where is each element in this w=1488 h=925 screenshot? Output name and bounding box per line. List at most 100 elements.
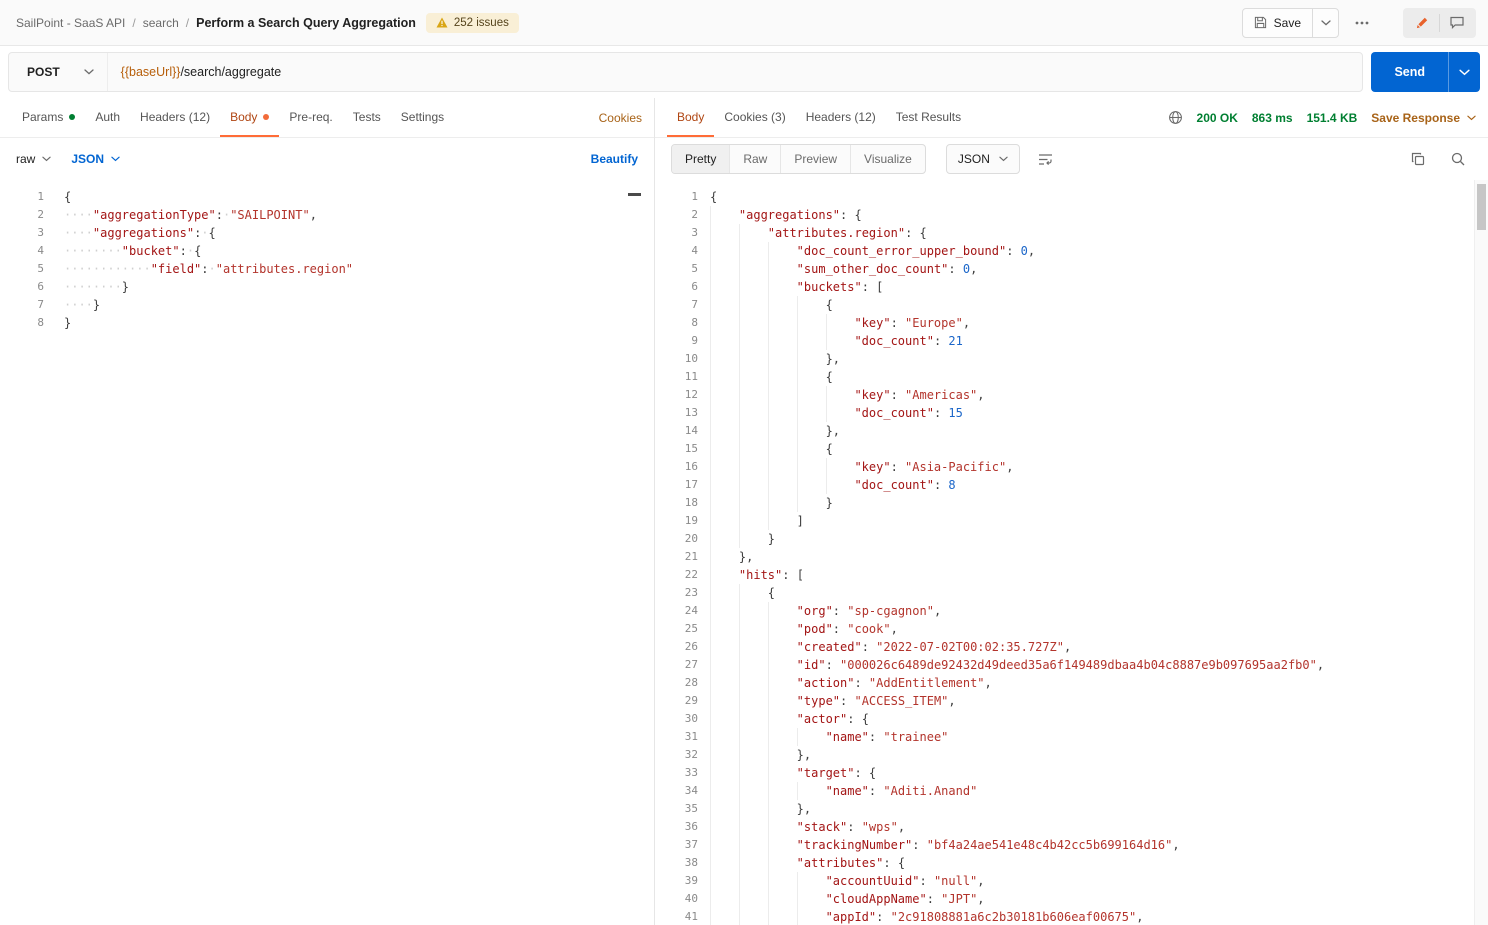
tab-settings[interactable]: Settings [391,98,454,137]
comments-button[interactable] [1440,10,1474,36]
indent-guide [796,458,826,476]
view-visualize[interactable]: Visualize [851,145,925,173]
indent-guide [738,602,768,620]
tab-headers[interactable]: Headers (12) [130,98,220,137]
code-line: 17 "doc_count": 8 [655,476,1488,494]
response-body-viewer[interactable]: 1{2 "aggregations": {3 "attributes.region"… [655,180,1488,925]
code-token: 15 [948,406,963,420]
code-token: "JPT" [941,892,978,906]
request-tabs: Params Auth Headers (12) Body Pre-req. T… [0,98,654,138]
code-line: 37 "trackingNumber": "bf4a24ae541e48c4b42… [655,836,1488,854]
indent-guide [710,494,739,512]
scrollbar-thumb[interactable] [1477,184,1486,230]
code-token: "sp-cgagnon" [847,604,934,618]
code-token: , [962,316,971,330]
code-token: "doc_count" [854,478,934,492]
breadcrumb-collection[interactable]: SailPoint - SaaS API [16,16,125,30]
line-number: 3 [691,226,698,239]
copy-response-button[interactable] [1404,145,1432,173]
code-line: 29 "type": "ACCESS_ITEM", [655,692,1488,710]
line-number: 6 [37,280,44,293]
documentation-button[interactable] [1405,10,1439,36]
save-button[interactable]: Save [1243,9,1312,37]
breadcrumb-separator: / [185,15,190,30]
view-pretty[interactable]: Pretty [672,145,731,173]
edit-pencil-icon [1416,17,1427,29]
method-selector[interactable]: POST [9,53,108,91]
indent-guide [767,836,797,854]
search-response-button[interactable] [1444,145,1472,173]
code-token: "doc_count" [854,334,934,348]
code-token: , [890,622,898,636]
tab-body[interactable]: Body [220,98,280,137]
save-icon [1254,16,1266,29]
tab-pre-request[interactable]: Pre-req. [279,98,342,137]
body-type-dropdown[interactable]: raw [16,152,52,166]
line-number: 24 [684,604,698,617]
indent-guide [767,656,797,674]
response-time[interactable]: 863 ms [1252,111,1293,125]
line-number: 28 [684,676,698,689]
issues-badge[interactable]: 252 issues [425,12,519,33]
url-input[interactable]: {{baseUrl}}/search/aggregate [108,65,295,79]
language-dropdown[interactable]: JSON [71,152,120,166]
line-number: 10 [684,352,698,365]
line-number: 7 [691,298,698,311]
response-size[interactable]: 151.4 KB [1307,111,1358,125]
line-number: 7 [37,298,44,311]
code-line: 8} [0,314,654,332]
code-token: : { [840,208,862,222]
indent-guide [738,692,768,710]
tab-response-body[interactable]: Body [667,98,715,137]
line-number: 18 [684,496,698,509]
tab-tests[interactable]: Tests [343,98,391,137]
indent-guide [796,350,826,368]
save-response-button[interactable]: Save Response [1371,111,1476,125]
code-token: { [64,190,72,204]
beautify-link[interactable]: Beautify [591,152,638,166]
code-token: ···· [64,226,93,240]
code-line: 24 "org": "sp-cgagnon", [655,602,1488,620]
view-raw[interactable]: Raw [730,145,782,173]
breadcrumb: SailPoint - SaaS API / search / Perform … [16,16,416,30]
code-line: 12 "key": "Americas", [655,386,1488,404]
wrap-lines-button[interactable] [1032,145,1060,173]
code-token: · [186,244,195,258]
more-actions-button[interactable] [1347,9,1377,37]
indent-guide [767,890,797,908]
line-number: 5 [691,262,698,275]
indent-guide [710,332,739,350]
request-body-editor[interactable]: 1{2 ····"aggregationType":·"SAILPOINT", 3 ·… [0,180,654,925]
status-badge[interactable]: 200 OK [1197,111,1238,125]
save-options-dropdown[interactable] [1312,8,1338,37]
view-preview[interactable]: Preview [781,145,852,173]
tab-auth[interactable]: Auth [85,98,130,137]
tab-response-headers[interactable]: Headers (12) [796,98,886,137]
code-line: 22 "hits": [ [655,566,1488,584]
code-line: 25 "pod": "cook", [655,620,1488,638]
line-number: 41 [684,910,698,923]
indent-guide [796,890,826,908]
line-number: 15 [684,442,698,455]
response-meta: 200 OK 863 ms 151.4 KB Save Response [1168,110,1476,125]
code-token: }, [796,802,812,816]
indent-guide [767,350,797,368]
tab-test-results[interactable]: Test Results [886,98,971,137]
cookies-link[interactable]: Cookies [599,111,642,125]
network-status-icon[interactable] [1168,110,1183,125]
indent-guide [710,566,739,584]
tab-response-cookies[interactable]: Cookies (3) [714,98,795,137]
code-token: }, [825,424,841,438]
line-number: 2 [691,208,698,221]
vertical-scrollbar[interactable] [1474,180,1488,925]
response-language-dropdown[interactable]: JSON [945,144,1020,174]
indent-guide [767,476,797,494]
indent-guide [710,800,739,818]
indent-guide [710,368,739,386]
tab-params[interactable]: Params [12,98,85,137]
breadcrumb-folder[interactable]: search [143,16,179,30]
code-token: "name" [825,730,869,744]
send-options-dropdown[interactable] [1448,52,1480,92]
code-token: "created" [796,640,862,654]
send-button[interactable]: Send [1371,52,1448,92]
